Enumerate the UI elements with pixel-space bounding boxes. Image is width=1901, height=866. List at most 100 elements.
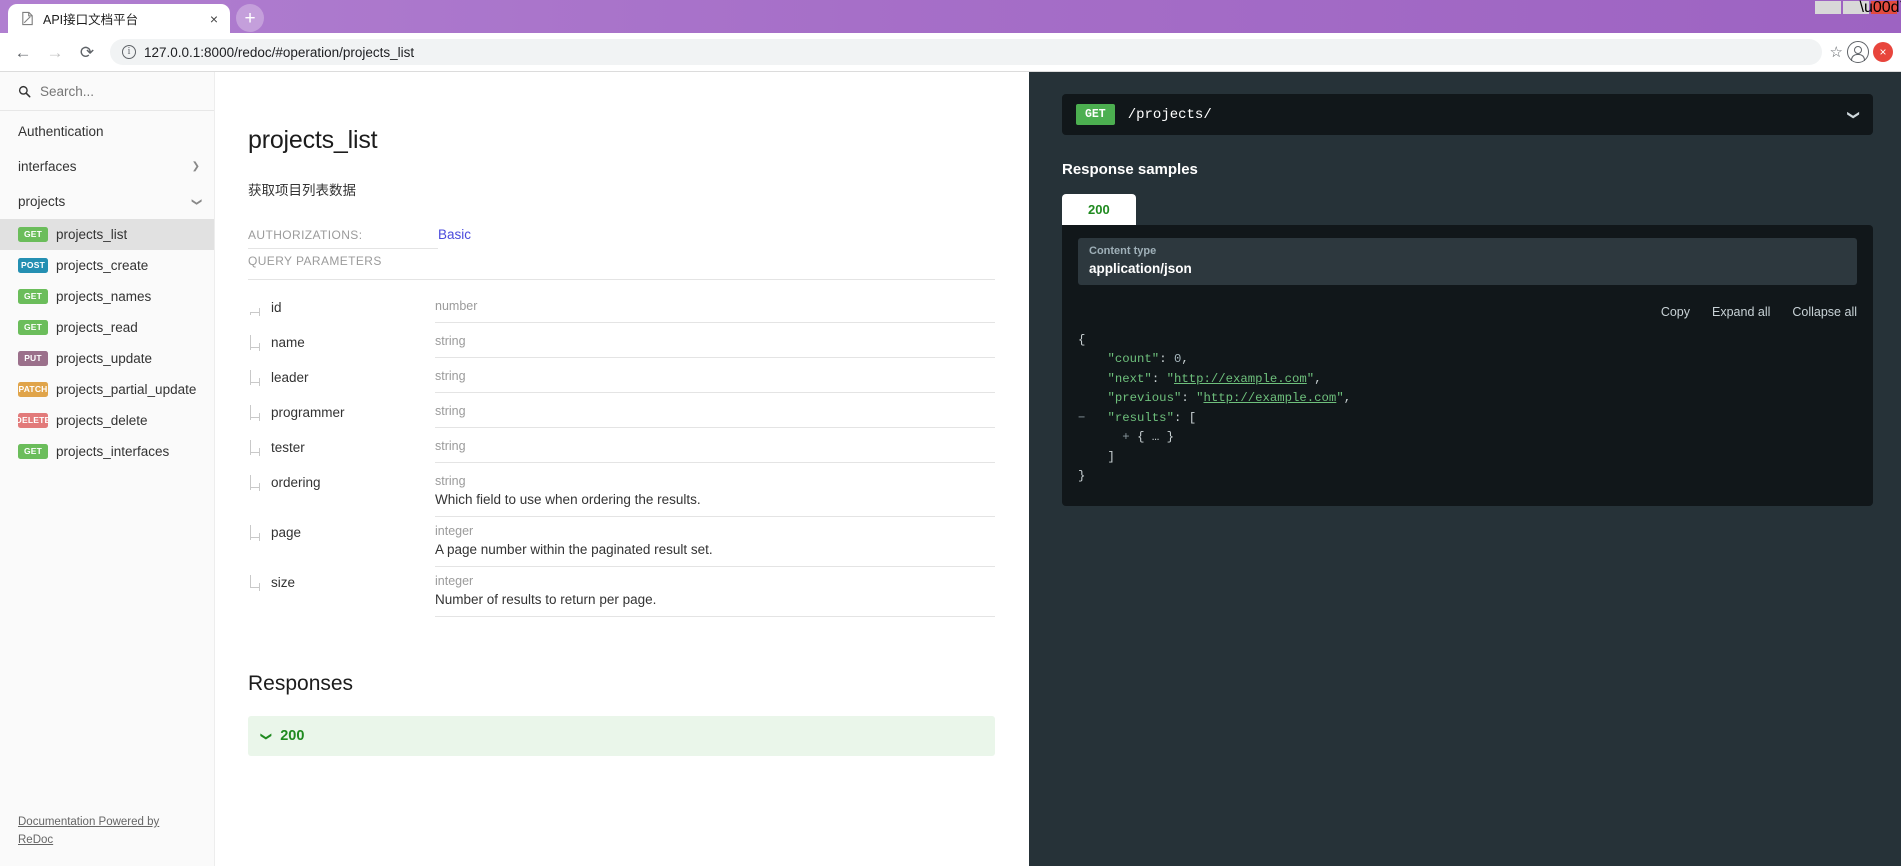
sidebar-footer: Documentation Powered by ReDoc xyxy=(0,798,214,866)
window-close-icon[interactable]: \u00d7 xyxy=(1860,0,1901,16)
parameter-name: size xyxy=(271,575,296,590)
sidebar-item-label: projects_update xyxy=(56,351,153,366)
tree-branch-icon xyxy=(248,575,264,591)
parameter-row: name string xyxy=(248,327,995,362)
parameter-name-cell: id xyxy=(248,292,435,316)
method-badge-patch: PATCH xyxy=(18,382,48,397)
json-expand-toggle[interactable]: + xyxy=(1122,430,1129,444)
endpoint-path: /projects/ xyxy=(1127,106,1212,123)
authorizations-row: AUTHORIZATIONS: Basic xyxy=(248,227,995,254)
page-viewport: Authentication interfaces projects GET p… xyxy=(0,72,1901,866)
method-badge-get: GET xyxy=(18,289,48,304)
sidebar-group-authentication[interactable]: Authentication xyxy=(0,114,214,149)
parameter-type: string xyxy=(435,474,466,488)
parameter-name: id xyxy=(271,300,282,315)
parameter-name: name xyxy=(271,335,305,350)
sidebar-item-projects-interfaces[interactable]: GET projects_interfaces xyxy=(0,436,214,467)
endpoint-selector[interactable]: GET /projects/ ❯ xyxy=(1062,94,1873,135)
parameter-name: tester xyxy=(271,440,305,455)
method-badge-get: GET xyxy=(18,444,48,459)
sidebar-nav: Authentication interfaces projects GET p… xyxy=(0,111,214,798)
sidebar-group-projects[interactable]: projects xyxy=(0,184,214,219)
parameter-body: number xyxy=(435,292,995,323)
method-badge-post: POST xyxy=(18,258,48,273)
new-tab-button[interactable]: + xyxy=(236,4,264,32)
tree-branch-icon xyxy=(248,300,264,316)
chevron-down-icon[interactable]: ❯ xyxy=(1847,109,1861,119)
json-key-results: "results" xyxy=(1107,410,1174,425)
json-value-next[interactable]: http://example.com xyxy=(1174,372,1307,386)
parameter-row: leader string xyxy=(248,362,995,397)
sidebar-item-projects-delete[interactable]: DELETE projects_delete xyxy=(0,405,214,436)
close-icon[interactable]: × xyxy=(206,11,222,27)
parameter-type: integer xyxy=(435,574,474,588)
json-close-brace: } xyxy=(1078,468,1086,483)
parameter-description: Which field to use when ordering the res… xyxy=(435,492,701,507)
reload-button[interactable]: ⟳ xyxy=(72,37,102,67)
parameter-name-cell: tester xyxy=(248,432,435,456)
parameter-type: string xyxy=(435,439,466,453)
chevron-down-icon xyxy=(192,197,200,207)
method-badge-get: GET xyxy=(1076,104,1115,125)
tab-response-200[interactable]: 200 xyxy=(1062,194,1136,225)
parameter-row: ordering string Which field to use when … xyxy=(248,467,995,517)
page-icon xyxy=(20,11,35,26)
sidebar-item-projects-update[interactable]: PUT projects_update xyxy=(0,343,214,374)
extension-icon[interactable]: × xyxy=(1873,42,1893,62)
sidebar-search[interactable] xyxy=(0,72,214,111)
forward-button[interactable]: → xyxy=(40,37,70,67)
parameter-name-cell: page xyxy=(248,517,435,541)
page-title: projects_list xyxy=(248,126,378,154)
json-value-previous[interactable]: http://example.com xyxy=(1203,391,1336,405)
copy-button[interactable]: Copy xyxy=(1661,305,1690,319)
parameter-body: string xyxy=(435,432,995,463)
minimize-icon[interactable] xyxy=(1815,1,1841,14)
sidebar-item-label: projects_read xyxy=(56,320,138,335)
parameter-name-cell: size xyxy=(248,567,435,591)
response-code-tabs: 200 xyxy=(1062,194,1873,225)
sidebar-item-projects-create[interactable]: POST projects_create xyxy=(0,250,214,281)
parameter-type: number xyxy=(435,299,478,313)
tab-title: API接口文档平台 xyxy=(43,13,139,27)
address-bar[interactable]: i 127.0.0.1:8000/redoc/#operation/projec… xyxy=(110,39,1822,65)
response-samples-title: Response samples xyxy=(1062,161,1198,178)
authorizations-value[interactable]: Basic xyxy=(438,227,471,248)
sidebar-item-label: projects_create xyxy=(56,258,149,273)
sidebar-group-interfaces[interactable]: interfaces xyxy=(0,149,214,184)
content-type-select[interactable]: Content type application/json xyxy=(1078,238,1857,285)
search-input[interactable] xyxy=(40,84,198,99)
sidebar-item-projects-list[interactable]: GET projects_list xyxy=(0,219,214,250)
browser-tab[interactable]: API接口文档平台 × xyxy=(8,4,230,33)
json-key-count: "count" xyxy=(1107,352,1160,367)
json-results-close: ] xyxy=(1107,449,1115,464)
sidebar-item-projects-partial-update[interactable]: PATCH projects_partial_update xyxy=(0,374,214,405)
url-text: 127.0.0.1:8000/redoc/#operation/projects… xyxy=(144,44,415,60)
window-controls: \u00d7 xyxy=(1815,0,1901,16)
query-parameters-row: QUERY PARAMETERS xyxy=(248,254,995,280)
redoc-credit-link[interactable]: Documentation Powered by ReDoc xyxy=(18,816,159,846)
expand-all-button[interactable]: Expand all xyxy=(1712,305,1770,319)
sidebar-item-projects-read[interactable]: GET projects_read xyxy=(0,312,214,343)
sidebar: Authentication interfaces projects GET p… xyxy=(0,72,215,866)
profile-avatar-icon[interactable] xyxy=(1847,41,1869,63)
site-info-icon[interactable]: i xyxy=(122,45,136,59)
collapse-all-button[interactable]: Collapse all xyxy=(1792,305,1857,319)
content-type-label: Content type xyxy=(1089,245,1157,257)
parameter-type: string xyxy=(435,369,466,383)
bookmark-icon[interactable]: ☆ xyxy=(1830,43,1843,61)
search-icon xyxy=(18,85,31,98)
tree-branch-icon xyxy=(248,525,264,541)
chevron-right-icon xyxy=(192,162,200,172)
json-collapse-toggle[interactable]: − xyxy=(1078,411,1085,425)
sidebar-group-label: Authentication xyxy=(18,124,104,139)
browser-tabstrip: API接口文档平台 × + \u00d7 xyxy=(0,0,1901,33)
json-open-brace: { xyxy=(1078,333,1086,347)
sidebar-item-projects-names[interactable]: GET projects_names xyxy=(0,281,214,312)
code-actions: Copy Expand all Collapse all xyxy=(1078,305,1857,319)
browser-window: API接口文档平台 × + \u00d7 ← → ⟳ i 127.0.0.1:8… xyxy=(0,0,1901,866)
back-button[interactable]: ← xyxy=(8,37,38,67)
response-200-accordion[interactable]: ❯ 200 xyxy=(248,716,995,756)
sidebar-group-label: interfaces xyxy=(18,159,77,174)
sidebar-item-label: projects_list xyxy=(56,227,128,242)
response-samples-panel: GET /projects/ ❯ Response samples 200 Co… xyxy=(1029,72,1901,866)
